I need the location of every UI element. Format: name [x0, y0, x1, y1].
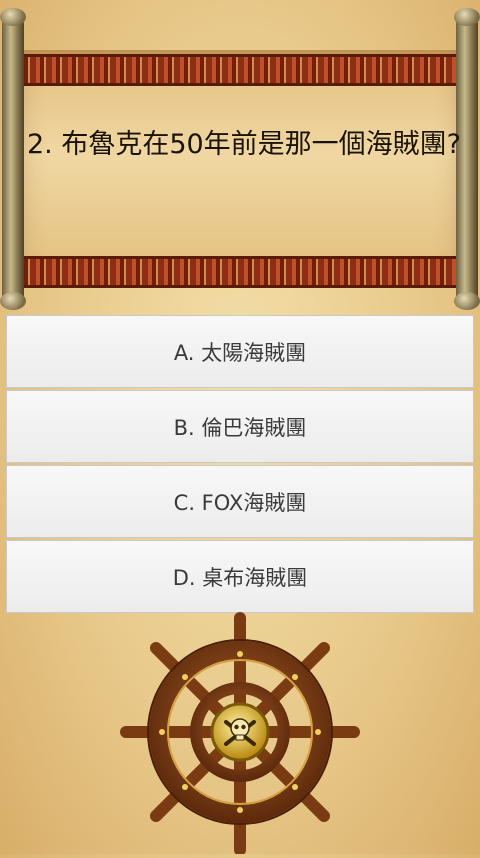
- rod-cap-top-right: [454, 8, 480, 26]
- rod-cap-top-left: [0, 8, 26, 26]
- scroll-rod-left: [2, 16, 24, 306]
- answer-button-b[interactable]: B. 倫巴海賊團: [6, 390, 474, 463]
- answer-button-d[interactable]: D. 桌布海賊團: [6, 540, 474, 613]
- ship-wheel-icon: [120, 610, 360, 856]
- question-scroll: 2. 布魯克在50年前是那一個海賊團?: [0, 0, 480, 314]
- answer-button-c[interactable]: C. FOX海賊團: [6, 465, 474, 538]
- rod-cap-bottom-right: [454, 292, 480, 310]
- answer-button-a[interactable]: A. 太陽海賊團: [6, 315, 474, 388]
- answer-list: A. 太陽海賊團 B. 倫巴海賊團 C. FOX海賊團 D. 桌布海賊團: [6, 315, 474, 615]
- scroll-border-bottom: [14, 256, 466, 288]
- rod-cap-bottom-left: [0, 292, 26, 310]
- scroll-border-top: [14, 54, 466, 86]
- question-text: 2. 布魯克在50年前是那一個海賊團?: [26, 129, 462, 160]
